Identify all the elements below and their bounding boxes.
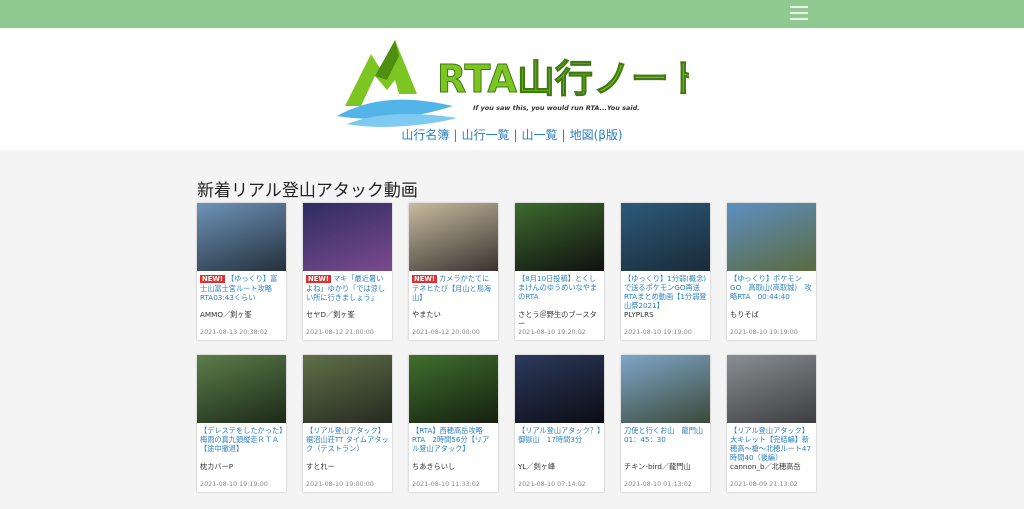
video-thumbnail[interactable] (197, 355, 286, 423)
section-title: 新着リアル登山アタック動画 (197, 181, 418, 201)
logo-title: RTA山行ノート (437, 57, 689, 101)
video-thumbnail[interactable] (515, 203, 604, 271)
video-title-link[interactable]: 【リアル登山アタック】大キレット【完結編】新穂高～槍～北穂ルート47時間40（後… (727, 423, 816, 462)
video-thumbnail[interactable] (727, 355, 816, 423)
nav-separator: | (513, 128, 518, 142)
main-nav: 山行名簿 | 山行一覧 | 山一覧 | 地図(β版) (0, 126, 1024, 143)
video-title-link[interactable]: 刀使と行くお山 龍門山 01：45：30 (621, 423, 710, 462)
video-card[interactable]: 刀使と行くお山 龍門山 01：45：30 チキン-bird／龍門山 2021-08-… (621, 355, 710, 492)
video-date: 2021-08-10 01:13:02 (624, 480, 692, 488)
video-title-text: 刀使と行くお山 龍門山 01：45：30 (624, 426, 710, 444)
video-title-link[interactable]: 【リアル登山アタック】裾沼山荘TT タイムアタック（テストラン） (303, 423, 392, 462)
video-title-link[interactable]: NEW! カメラかたてにテネヒたび【月山と鳥海山】 (409, 271, 498, 310)
video-title-text: 【リアル登山アタック】裾沼山荘TT タイムアタック（テストラン） (306, 426, 389, 453)
video-title-link[interactable]: 【リアル登山アタック？】御獄山 17時間3分 (515, 423, 604, 462)
video-title-link[interactable]: 【ゆっくり】1分弱(概念)で送るポケモンGO再送RTAまとめ動画【1分弱登山祭2… (621, 271, 710, 310)
video-card[interactable]: 【ゆっくり】ポケモンGO 高取山(高取城) 攻略RTA 00:44:40 もりそば… (727, 203, 816, 340)
new-badge: NEW! (200, 275, 225, 283)
nav-link-climb-list[interactable]: 山行一覧 (461, 128, 509, 142)
video-date: 2021-08-10 19:00:00 (306, 480, 374, 488)
video-thumbnail[interactable] (515, 355, 604, 423)
video-author: 枕カバーP (200, 462, 234, 471)
video-thumbnail[interactable] (303, 355, 392, 423)
nav-link-roster[interactable]: 山行名簿 (401, 128, 449, 142)
nav-separator: | (561, 128, 566, 142)
video-author: もりそば (730, 310, 759, 319)
new-badge: NEW! (306, 275, 331, 283)
video-card[interactable]: 【リアル登山アタック？】御獄山 17時間3分 YL／剣ヶ峰 2021-08-10 0… (515, 355, 604, 492)
video-title-text: 【ゆっくり】ポケモンGO 高取山(高取城) 攻略RTA 00:44:40 (730, 274, 812, 301)
video-card[interactable]: 【ゆっくり】1分弱(概念)で送るポケモンGO再送RTAまとめ動画【1分弱登山祭2… (621, 203, 710, 340)
video-author: AMMO／剣ヶ峯 (200, 310, 252, 319)
video-date: 2021-08-10 19:19:00 (730, 328, 798, 336)
video-card[interactable]: 【リアル登山アタック】大キレット【完結編】新穂高～槍～北穂ルート47時間40（後… (727, 355, 816, 492)
video-thumbnail[interactable] (621, 203, 710, 271)
nav-link-mountain-list[interactable]: 山一覧 (522, 128, 558, 142)
video-author: やまたい (412, 310, 441, 319)
video-title-link[interactable]: 【RTA】西穂高岳攻略RTA 2時間56分【リアル登山アタック】 (409, 423, 498, 462)
video-date: 2021-08-10 11:33:02 (412, 480, 480, 488)
video-card[interactable]: 【リアル登山アタック】裾沼山荘TT タイムアタック（テストラン） すとれー 2021… (303, 355, 392, 492)
video-date: 2021-08-12 21:00:00 (306, 328, 374, 336)
video-title-link[interactable]: 【8月10日投稿】とくしまけんのゆうめいなやまのRTA (515, 271, 604, 310)
video-thumbnail[interactable] (303, 203, 392, 271)
video-title-text: 【RTA】西穂高岳攻略RTA 2時間56分【リアル登山アタック】 (412, 426, 490, 453)
video-author: cannon_b／北穂高岳 (730, 462, 801, 471)
video-title-link[interactable]: 【デレステをしたかった】梅雨の真九頭縦走ＲＴＡ【途中撤退】 (197, 423, 286, 462)
video-author: YL／剣ヶ峰 (518, 462, 556, 471)
video-card[interactable]: 【デレステをしたかった】梅雨の真九頭縦走ＲＴＡ【途中撤退】枕カバーP 2021-0… (197, 355, 286, 492)
video-title-text: 【リアル登山アタック】大キレット【完結編】新穂高～槍～北穂ルート47時間40（後… (730, 426, 812, 462)
video-thumbnail[interactable] (409, 355, 498, 423)
video-title-text: 【デレステをしたかった】梅雨の真九頭縦走ＲＴＡ【途中撤退】 (200, 426, 283, 453)
site-logo[interactable]: RTA山行ノート If you saw this, you would run … (337, 36, 689, 128)
nav-link-map[interactable]: 地図(β版) (570, 128, 623, 142)
video-title-text: 【ゆっくり】1分弱(概念)で送るポケモンGO再送RTAまとめ動画【1分弱登山祭2… (624, 274, 707, 310)
video-author: ちあきらいし (412, 462, 456, 471)
video-card[interactable]: 【8月10日投稿】とくしまけんのゆうめいなやまのRTA さとう＠野生のブースター 2… (515, 203, 604, 340)
logo-tagline: If you saw this, you would run RTA...You… (473, 104, 640, 112)
video-date: 2021-08-09 21:13:02 (730, 480, 798, 488)
top-navbar (0, 0, 1024, 28)
video-title-link[interactable]: NEW! 【ゆっくり】富士山富士宮ルート攻略RTA03:43くらい (197, 271, 286, 310)
video-thumbnail[interactable] (621, 355, 710, 423)
video-thumbnail[interactable] (409, 203, 498, 271)
nav-separator: | (453, 128, 458, 142)
video-thumbnail[interactable] (197, 203, 286, 271)
video-author: セヤD／剣ヶ峯 (306, 310, 355, 319)
video-date: 2021-08-10 07:14:02 (518, 480, 586, 488)
video-author: さとう＠野生のブースター (518, 310, 597, 328)
video-card[interactable]: NEW! 【ゆっくり】富士山富士宮ルート攻略RTA03:43くらい AMMO／剣ヶ峯… (197, 203, 286, 340)
video-card[interactable]: NEW! マキ「最近暑いよね」ゆかり「では涼しい所に行きましょう」 セヤD／剣ヶ峯 2… (303, 203, 392, 340)
video-card[interactable]: 【RTA】西穂高岳攻略RTA 2時間56分【リアル登山アタック】ちあきらいし 20… (409, 355, 498, 492)
site-header: RTA山行ノート If you saw this, you would run … (0, 28, 1024, 150)
video-date: 2021-08-10 19:20:02 (518, 328, 586, 336)
video-date: 2021-08-13 20:38:02 (200, 328, 268, 336)
video-card[interactable]: NEW! カメラかたてにテネヒたび【月山と鳥海山】 やまたい 2021-08-12 2… (409, 203, 498, 340)
video-title-link[interactable]: NEW! マキ「最近暑いよね」ゆかり「では涼しい所に行きましょう」 (303, 271, 392, 310)
video-author: すとれー (306, 462, 335, 471)
video-title-text: 【リアル登山アタック？】御獄山 17時間3分 (518, 426, 601, 444)
video-author: PLYPLRS (624, 310, 654, 319)
video-date: 2021-08-10 19:19:00 (200, 480, 268, 488)
video-author: チキン-bird／龍門山 (624, 462, 691, 471)
video-date: 2021-08-12 20:00:00 (412, 328, 480, 336)
video-title-link[interactable]: 【ゆっくり】ポケモンGO 高取山(高取城) 攻略RTA 00:44:40 (727, 271, 816, 310)
video-date: 2021-08-10 19:19:00 (624, 328, 692, 336)
new-badge: NEW! (412, 275, 437, 283)
video-title-text: 【8月10日投稿】とくしまけんのゆうめいなやまのRTA (518, 274, 598, 301)
hamburger-menu-icon[interactable] (790, 6, 808, 21)
video-thumbnail[interactable] (727, 203, 816, 271)
